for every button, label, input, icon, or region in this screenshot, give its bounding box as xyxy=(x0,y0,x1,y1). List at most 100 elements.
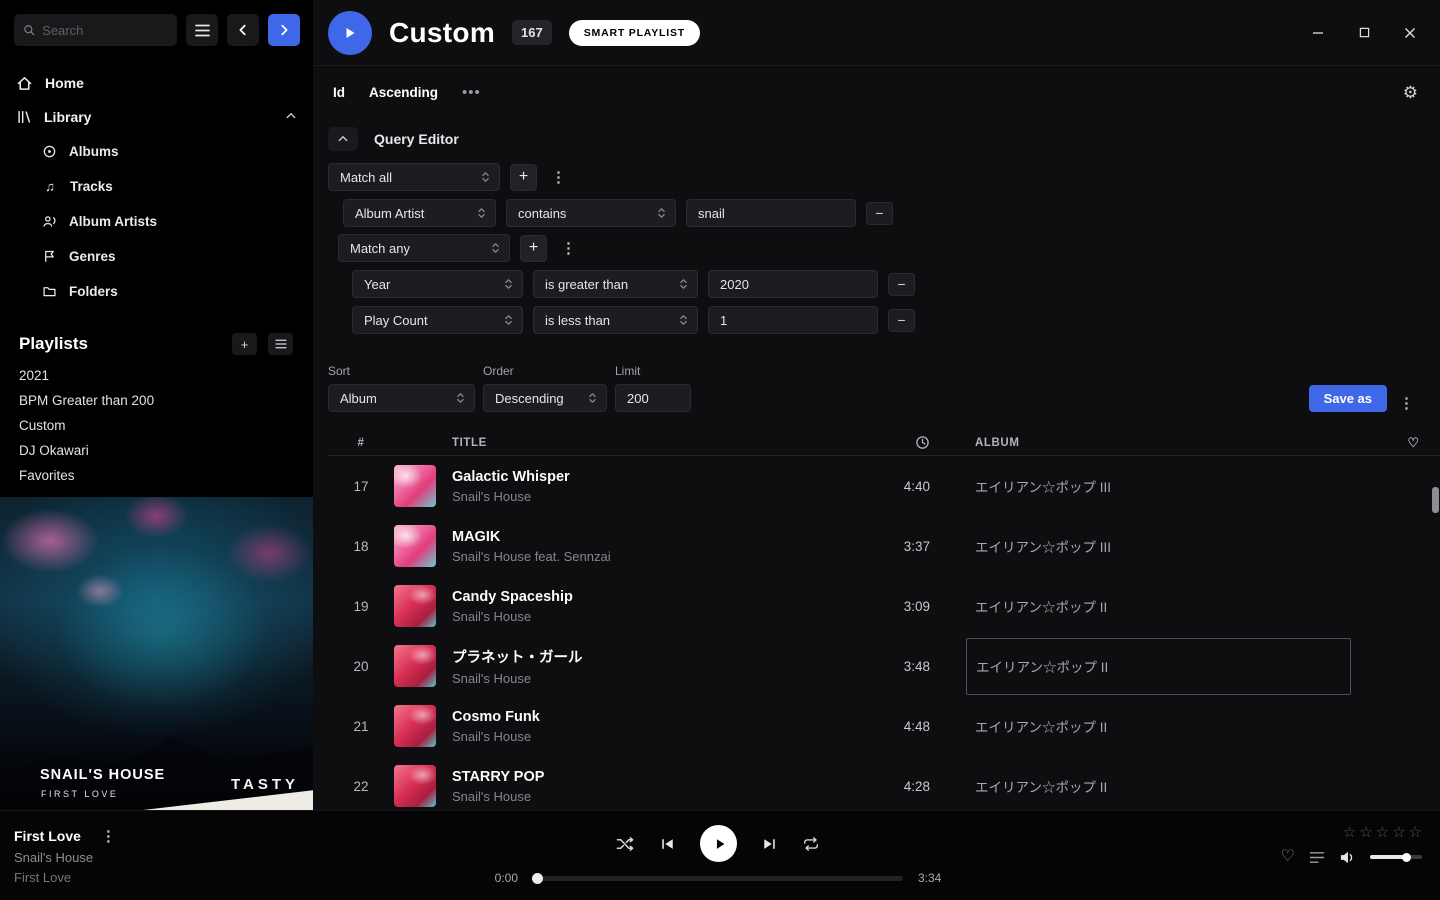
playlist-item[interactable]: DJ Okawari xyxy=(0,438,313,463)
sidebar-item-genres[interactable]: Genres xyxy=(0,239,313,274)
playlist-item[interactable]: 2021 xyxy=(0,363,313,388)
rule-operator-select[interactable]: contains xyxy=(506,199,676,227)
table-row[interactable]: 19 Candy Spaceship Snail's House 3:09 エイ… xyxy=(328,576,1440,636)
table-row[interactable]: 17 Galactic Whisper Snail's House 4:40 エ… xyxy=(328,456,1440,516)
rule-operator-select[interactable]: is greater than xyxy=(533,270,698,298)
menu-button[interactable] xyxy=(186,14,218,46)
remove-rule-button[interactable]: − xyxy=(888,273,915,296)
column-title[interactable]: TITLE xyxy=(452,437,852,449)
sort-direction-button[interactable]: Ascending xyxy=(369,85,438,100)
playlist-item[interactable]: Custom xyxy=(0,413,313,438)
group-options-icon[interactable]: ⋮ xyxy=(547,168,570,186)
rule-field-select[interactable]: Year xyxy=(352,270,523,298)
more-options-icon[interactable]: ••• xyxy=(462,84,481,101)
add-rule-button[interactable]: + xyxy=(520,235,547,262)
remove-rule-button[interactable]: − xyxy=(888,309,915,332)
seek-bar[interactable] xyxy=(533,876,903,881)
minimize-button[interactable] xyxy=(1310,25,1326,41)
seek-thumb[interactable] xyxy=(532,873,543,884)
maximize-button[interactable] xyxy=(1356,25,1372,41)
rule-field-select[interactable]: Album Artist xyxy=(343,199,496,227)
order-select[interactable]: Descending xyxy=(483,384,607,412)
column-album[interactable]: ALBUM xyxy=(932,437,1387,449)
remove-rule-button[interactable]: − xyxy=(866,202,893,225)
sidebar-item-library[interactable]: Library xyxy=(0,100,313,134)
match-type-select[interactable]: Match all xyxy=(328,163,500,191)
table-row[interactable]: 18 MAGIK Snail's House feat. Sennzai 3:3… xyxy=(328,516,1440,576)
smart-playlist-badge: SMART PLAYLIST xyxy=(569,20,700,46)
repeat-button[interactable] xyxy=(802,836,820,852)
playlist-item[interactable]: BPM Greater than 200 xyxy=(0,388,313,413)
limit-label: Limit xyxy=(615,364,691,378)
queue-icon[interactable] xyxy=(1309,851,1325,864)
now-playing-artwork[interactable]: SNAIL'S HOUSE FIRST LOVE TASTY xyxy=(0,497,313,810)
playlist-name: Favorites xyxy=(19,468,75,483)
star-icon[interactable]: ☆ xyxy=(1392,825,1405,840)
player-right-controls: ☆ ☆ ☆ ☆ ☆ ♡ xyxy=(1136,811,1422,900)
save-options-icon[interactable]: ⋮ xyxy=(1395,394,1418,412)
star-icon[interactable]: ☆ xyxy=(1376,825,1389,840)
flag-icon xyxy=(42,249,57,264)
save-as-button[interactable]: Save as xyxy=(1309,385,1387,412)
forward-button[interactable] xyxy=(268,14,300,46)
skip-previous-icon xyxy=(660,837,675,851)
maximize-icon xyxy=(1359,27,1370,38)
close-button[interactable] xyxy=(1402,25,1418,41)
sidebar-item-folders[interactable]: Folders xyxy=(0,274,313,309)
play-pause-button[interactable] xyxy=(700,825,737,862)
track-album: エイリアン☆ポップ II xyxy=(932,776,1387,796)
rule-value-input[interactable] xyxy=(708,306,878,334)
track-number: 20 xyxy=(328,659,394,674)
table-row[interactable]: 22 STARRY POP Snail's House 4:28 エイリアン☆ポ… xyxy=(328,756,1440,810)
star-icon[interactable]: ☆ xyxy=(1359,825,1372,840)
sidebar-item-album-artists[interactable]: Album Artists xyxy=(0,204,313,239)
total-time: 3:34 xyxy=(918,871,952,885)
playlist-options-button[interactable] xyxy=(268,333,293,355)
volume-icon[interactable] xyxy=(1339,850,1356,865)
sort-toolbar: Id Ascending ••• ⚙ xyxy=(313,66,1440,104)
collapse-query-editor-button[interactable] xyxy=(328,127,358,151)
next-track-button[interactable] xyxy=(762,837,777,851)
sidebar-item-home[interactable]: Home xyxy=(0,66,313,100)
settings-gear-icon[interactable]: ⚙ xyxy=(1403,84,1418,101)
now-playing-options-icon[interactable]: ⋮ xyxy=(97,827,120,845)
column-number[interactable]: # xyxy=(328,437,394,449)
rule-value-input[interactable] xyxy=(708,270,878,298)
sort-field-button[interactable]: Id xyxy=(333,85,345,100)
add-rule-button[interactable]: + xyxy=(510,164,537,191)
table-row[interactable]: 20 プラネット・ガール Snail's House 3:48 エイリアン☆ポッ… xyxy=(328,636,1440,696)
rule-operator-select[interactable]: is less than xyxy=(533,306,698,334)
sidebar-item-albums[interactable]: Albums xyxy=(0,134,313,169)
rule-operator-value: is greater than xyxy=(545,277,671,292)
track-duration: 3:48 xyxy=(852,659,932,674)
favorite-heart-icon[interactable]: ♡ xyxy=(1281,849,1295,865)
play-playlist-button[interactable] xyxy=(328,11,372,55)
sidebar-item-tracks[interactable]: ♫ Tracks xyxy=(0,169,313,204)
star-icon[interactable]: ☆ xyxy=(1343,825,1356,840)
playlist-name: Custom xyxy=(19,418,66,433)
add-playlist-button[interactable]: + xyxy=(232,333,257,355)
playlist-item[interactable]: Favorites xyxy=(0,463,313,488)
rule-value-input[interactable] xyxy=(686,199,856,227)
track-album: エイリアン☆ポップ II xyxy=(932,716,1387,736)
track-album-focused-cell[interactable]: エイリアン☆ポップ II xyxy=(966,638,1351,695)
search-input[interactable] xyxy=(42,23,168,38)
back-button[interactable] xyxy=(227,14,259,46)
rule-field-value: Year xyxy=(364,277,496,292)
volume-slider[interactable] xyxy=(1370,855,1422,859)
sort-select[interactable]: Album xyxy=(328,384,475,412)
limit-input[interactable] xyxy=(615,384,691,412)
match-type-select[interactable]: Match any xyxy=(338,234,510,262)
shuffle-button[interactable] xyxy=(616,836,635,852)
group-options-icon[interactable]: ⋮ xyxy=(557,239,580,257)
search-box[interactable] xyxy=(14,14,177,46)
column-duration[interactable] xyxy=(852,435,932,450)
column-favorite[interactable]: ♡ xyxy=(1387,435,1440,451)
previous-track-button[interactable] xyxy=(660,837,675,851)
collapse-chevron-icon[interactable] xyxy=(285,109,297,125)
volume-thumb[interactable] xyxy=(1402,853,1411,862)
rule-field-select[interactable]: Play Count xyxy=(352,306,523,334)
table-row[interactable]: 21 Cosmo Funk Snail's House 4:48 エイリアン☆ポ… xyxy=(328,696,1440,756)
scrollbar-thumb[interactable] xyxy=(1432,487,1439,513)
star-icon[interactable]: ☆ xyxy=(1409,825,1422,840)
